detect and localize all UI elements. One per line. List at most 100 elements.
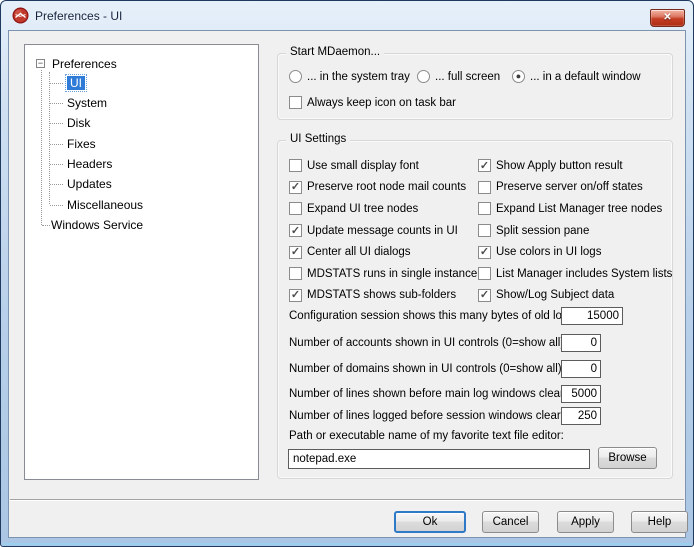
radio-label: ... in the system tray xyxy=(307,71,410,83)
field-row-session-log-lines: Number of lines logged before session wi… xyxy=(278,407,672,425)
checkbox-always-keep-icon-taskbar[interactable]: Always keep icon on task bar xyxy=(289,96,456,109)
radio-start-full-screen[interactable]: ... full screen xyxy=(417,70,500,83)
accounts-shown-input[interactable] xyxy=(561,334,601,352)
field-row-accounts-shown: Number of accounts shown in UI controls … xyxy=(278,334,672,352)
tree-item-label: System xyxy=(67,96,107,110)
checkbox-use-colors-in-ui-logs[interactable]: ✓ Use colors in UI logs xyxy=(478,241,672,263)
tree-item-label: Miscellaneous xyxy=(67,198,143,212)
apply-button[interactable]: Apply xyxy=(557,511,614,533)
radio-label: ... in a default window xyxy=(530,71,641,83)
checkbox-label: Always keep icon on task bar xyxy=(307,97,456,109)
radio-label: ... full screen xyxy=(435,71,500,83)
checkbox-show-log-subject-data[interactable]: ✓ Show/Log Subject data xyxy=(478,285,672,307)
tree-item-label: Disk xyxy=(67,116,90,130)
checkbox-label: List Manager includes System lists xyxy=(496,268,672,280)
tree-item-disk[interactable]: Disk xyxy=(26,114,255,131)
tree-item-ui[interactable]: UI xyxy=(26,74,255,91)
close-button[interactable]: ✕ xyxy=(650,9,685,27)
start-mdaemon-group-label: Start MDaemon... xyxy=(286,46,384,58)
tree-collapse-icon[interactable]: − xyxy=(36,59,45,68)
checkbox-icon xyxy=(478,181,491,194)
text-editor-path-input[interactable] xyxy=(288,449,590,469)
mdaemon-logo-icon xyxy=(12,7,29,24)
checkbox-label: Split session pane xyxy=(496,225,589,237)
checkbox-expand-list-manager-tree-nodes[interactable]: Expand List Manager tree nodes xyxy=(478,198,672,220)
ok-button[interactable]: Ok xyxy=(394,511,466,533)
window-title: Preferences - UI xyxy=(35,9,122,23)
checkbox-label: Show/Log Subject data xyxy=(496,289,614,301)
checkbox-split-session-pane[interactable]: Split session pane xyxy=(478,220,672,242)
field-row-domains-shown: Number of domains shown in UI controls (… xyxy=(278,360,672,378)
field-label: Number of accounts shown in UI controls … xyxy=(289,334,564,352)
tree-item-fixes[interactable]: Fixes xyxy=(26,135,255,152)
tree-item-miscellaneous[interactable]: Miscellaneous xyxy=(26,196,255,213)
checkbox-icon xyxy=(289,267,302,280)
checkbox-label: Use small display font xyxy=(307,160,419,172)
checkbox-label: Show Apply button result xyxy=(496,160,623,172)
checkbox-icon xyxy=(289,159,302,172)
radio-button-icon xyxy=(417,70,430,83)
ui-settings-checkbox-column-left: Use small display font ✓ Preserve root n… xyxy=(289,155,477,306)
radio-start-default-window[interactable]: ● ... in a default window xyxy=(512,70,641,83)
checkbox-label: Preserve root node mail counts xyxy=(307,181,466,193)
checkbox-mdstats-shows-subfolders[interactable]: ✓ MDSTATS shows sub-folders xyxy=(289,285,477,307)
dialog-client-area: − Preferences UI System Disk Fixes Heade… xyxy=(8,30,686,538)
checkbox-checked-icon: ✓ xyxy=(289,289,302,302)
checkbox-label: Expand UI tree nodes xyxy=(307,203,418,215)
tree-item-label: Updates xyxy=(67,177,112,191)
ui-settings-group: UI Settings Use small display font ✓ Pre… xyxy=(277,140,673,479)
checkbox-icon xyxy=(478,202,491,215)
checkbox-expand-ui-tree-nodes[interactable]: Expand UI tree nodes xyxy=(289,198,477,220)
checkbox-preserve-root-node-mail-counts[interactable]: ✓ Preserve root node mail counts xyxy=(289,177,477,199)
checkbox-checked-icon: ✓ xyxy=(289,246,302,259)
tree-item-updates[interactable]: Updates xyxy=(26,175,255,192)
checkbox-icon xyxy=(289,202,302,215)
config-session-bytes-input[interactable] xyxy=(561,307,623,325)
checkbox-checked-icon: ✓ xyxy=(478,289,491,302)
help-button[interactable]: Help xyxy=(631,511,688,533)
checkbox-label: Use colors in UI logs xyxy=(496,246,601,258)
checkbox-checked-icon: ✓ xyxy=(289,181,302,194)
checkbox-use-small-display-font[interactable]: Use small display font xyxy=(289,155,477,177)
checkbox-list-manager-system-lists[interactable]: List Manager includes System lists xyxy=(478,263,672,285)
checkbox-show-apply-button-result[interactable]: ✓ Show Apply button result xyxy=(478,155,672,177)
tree-item-label: Preferences xyxy=(52,57,117,71)
checkbox-checked-icon: ✓ xyxy=(478,159,491,172)
checkbox-update-message-counts[interactable]: ✓ Update message counts in UI xyxy=(289,220,477,242)
field-label: Number of lines logged before session wi… xyxy=(289,407,561,425)
checkbox-label: Expand List Manager tree nodes xyxy=(496,203,662,215)
footer-separator xyxy=(10,499,684,500)
tree-item-system[interactable]: System xyxy=(26,94,255,111)
close-icon: ✕ xyxy=(663,12,671,23)
tree-item-preferences[interactable]: − Preferences xyxy=(26,55,255,72)
checkbox-icon xyxy=(478,267,491,280)
radio-start-in-system-tray[interactable]: ... in the system tray xyxy=(289,70,410,83)
tree-item-label-selected: UI xyxy=(67,76,85,90)
tree-item-label: Windows Service xyxy=(51,218,143,232)
checkbox-label: MDSTATS shows sub-folders xyxy=(307,289,456,301)
field-label: Configuration session shows this many by… xyxy=(289,307,574,325)
ui-settings-checkbox-column-right: ✓ Show Apply button result Preserve serv… xyxy=(478,155,672,306)
radio-button-selected-icon: ● xyxy=(512,70,525,83)
checkbox-label: Center all UI dialogs xyxy=(307,246,411,258)
cancel-button[interactable]: Cancel xyxy=(482,511,539,533)
preferences-dialog-window: Preferences - UI ✕ − Preferences UI Syst… xyxy=(0,0,694,547)
checkbox-preserve-server-states[interactable]: Preserve server on/off states xyxy=(478,177,672,199)
session-log-lines-input[interactable] xyxy=(561,407,601,425)
tree-item-headers[interactable]: Headers xyxy=(26,155,255,172)
ui-settings-group-label: UI Settings xyxy=(286,133,350,145)
radio-button-icon xyxy=(289,70,302,83)
checkbox-center-all-ui-dialogs[interactable]: ✓ Center all UI dialogs xyxy=(289,241,477,263)
title-bar[interactable]: Preferences - UI ✕ xyxy=(1,1,693,30)
tree-item-windows-service[interactable]: Windows Service xyxy=(26,216,255,233)
preferences-tree: − Preferences UI System Disk Fixes Heade… xyxy=(26,46,257,478)
tree-item-label: Fixes xyxy=(67,137,96,151)
field-label: Number of domains shown in UI controls (… xyxy=(289,360,562,378)
domains-shown-input[interactable] xyxy=(561,360,601,378)
tree-item-label: Headers xyxy=(67,157,112,171)
main-log-lines-input[interactable] xyxy=(561,385,601,403)
window-bottom-edge xyxy=(3,543,691,545)
checkbox-mdstats-single-instance[interactable]: MDSTATS runs in single instance xyxy=(289,263,477,285)
browse-button[interactable]: Browse xyxy=(598,447,657,469)
checkbox-checked-icon: ✓ xyxy=(478,246,491,259)
